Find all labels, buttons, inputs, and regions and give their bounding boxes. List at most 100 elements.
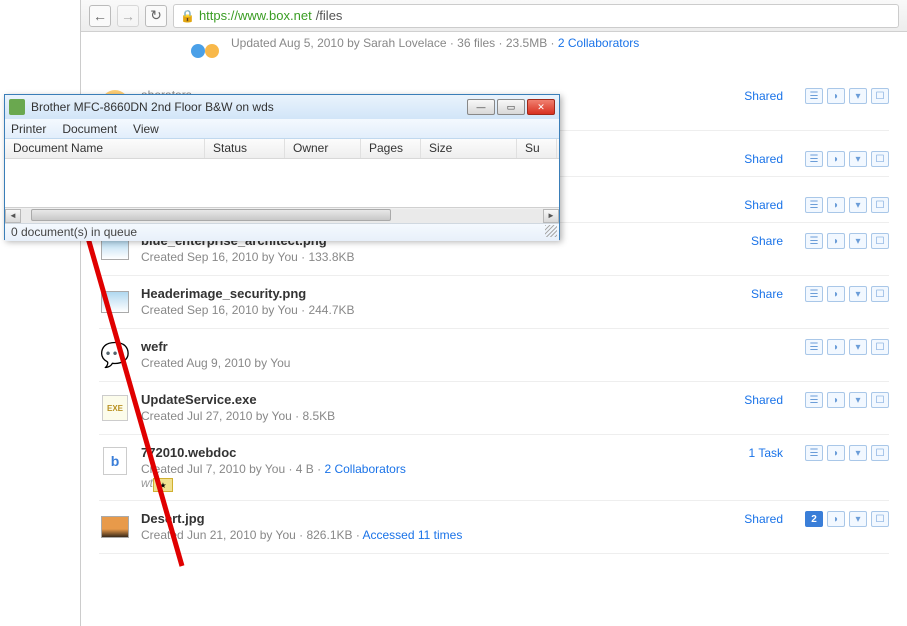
comment-count-icon[interactable]: 2	[805, 511, 823, 527]
tag-icon[interactable]: ◗	[827, 445, 845, 461]
comment-icon[interactable]: ☰	[805, 88, 823, 104]
column-header[interactable]: Document Name	[5, 139, 205, 158]
window-menubar: Printer Document View	[5, 119, 559, 139]
file-status[interactable]: Shared	[723, 89, 783, 103]
scroll-left-arrow[interactable]: ◄	[5, 209, 21, 223]
column-header[interactable]: Su	[517, 139, 557, 158]
file-status[interactable]: Shared	[723, 152, 783, 166]
reload-button[interactable]: ↻	[145, 5, 167, 27]
file-row[interactable]: Updated Aug 5, 2010 by Sarah Lovelace · …	[99, 32, 889, 78]
comment-icon[interactable]: ☰	[805, 392, 823, 408]
checkbox-icon[interactable]: ☐	[871, 445, 889, 461]
comment-icon[interactable]: ☰	[805, 151, 823, 167]
file-name[interactable]: Desert.jpg	[141, 511, 723, 526]
maximize-button[interactable]: ▭	[497, 99, 525, 115]
close-button[interactable]: ✕	[527, 99, 555, 115]
resize-grip[interactable]	[545, 225, 557, 237]
scroll-right-arrow[interactable]: ►	[543, 209, 559, 223]
lock-icon: 🔒	[180, 9, 195, 23]
comment-icon[interactable]: ☰	[805, 286, 823, 302]
tag-icon[interactable]: ◗	[827, 339, 845, 355]
file-status[interactable]: Share	[723, 234, 783, 248]
queue-body	[5, 159, 559, 207]
print-queue-window: Brother MFC-8660DN 2nd Floor B&W on wds …	[4, 94, 560, 240]
checkbox-icon[interactable]: ☐	[871, 151, 889, 167]
column-header[interactable]: Status	[205, 139, 285, 158]
file-right: 1 Task ☰◗▾☐	[723, 445, 889, 461]
column-header[interactable]: Pages	[361, 139, 421, 158]
checkbox-icon[interactable]: ☐	[871, 88, 889, 104]
file-status[interactable]: Shared	[723, 198, 783, 212]
file-name[interactable]: wefr	[141, 339, 723, 354]
checkbox-icon[interactable]: ☐	[871, 197, 889, 213]
file-right: Shared ☰◗▾☐	[723, 151, 889, 167]
file-status[interactable]: Shared	[723, 512, 783, 526]
checkbox-icon[interactable]: ☐	[871, 233, 889, 249]
column-header[interactable]: Owner	[285, 139, 361, 158]
window-titlebar[interactable]: Brother MFC-8660DN 2nd Floor B&W on wds …	[5, 95, 559, 119]
dropdown-icon[interactable]: ▾	[849, 286, 867, 302]
checkbox-icon[interactable]: ☐	[871, 392, 889, 408]
dropdown-icon[interactable]: ▾	[849, 233, 867, 249]
dropdown-icon[interactable]: ▾	[849, 511, 867, 527]
file-row[interactable]: Headerimage_security.png Created Sep 16, …	[99, 276, 889, 329]
column-headers: Document NameStatusOwnerPagesSizeSu	[5, 139, 559, 159]
comment-icon[interactable]: ☰	[805, 233, 823, 249]
dropdown-icon[interactable]: ▾	[849, 197, 867, 213]
file-name[interactable]: 772010.webdoc	[141, 445, 723, 460]
tag-icon[interactable]: ◗	[827, 392, 845, 408]
tag-icon[interactable]: ◗	[827, 511, 845, 527]
file-right: Share ☰◗▾☐	[723, 286, 889, 302]
tag-icon[interactable]: ◗	[827, 151, 845, 167]
file-row[interactable]: EXEUpdateService.exeCreated Jul 27, 2010…	[99, 382, 889, 435]
forward-button[interactable]: →	[117, 5, 139, 27]
file-row[interactable]: Desert.jpg Created Jun 21, 2010 by You · …	[99, 501, 889, 554]
comment-icon[interactable]: ☰	[805, 339, 823, 355]
menu-document[interactable]: Document	[62, 122, 117, 136]
scroll-thumb[interactable]	[31, 209, 391, 221]
file-actions: ☰◗▾☐	[805, 339, 889, 355]
file-meta: Created Jul 7, 2010 by You · 4 B · 2 Col…	[141, 462, 723, 476]
url-bar[interactable]: 🔒 https://www.box.net/files	[173, 4, 899, 28]
file-right: Shared ☰◗▾☐	[723, 88, 889, 104]
dropdown-icon[interactable]: ▾	[849, 445, 867, 461]
file-status[interactable]: Share	[723, 287, 783, 301]
column-header[interactable]: Size	[421, 139, 517, 158]
file-actions: ☰◗▾☐	[805, 151, 889, 167]
back-button[interactable]: ←	[89, 5, 111, 27]
file-status[interactable]: 1 Task	[723, 446, 783, 460]
file-details: Desert.jpg Created Jun 21, 2010 by You · …	[141, 511, 723, 542]
dropdown-icon[interactable]: ▾	[849, 339, 867, 355]
file-meta: Created Jun 21, 2010 by You · 826.1KB · …	[141, 528, 723, 542]
tag-icon[interactable]: ◗	[827, 233, 845, 249]
file-actions: ☰◗▾☐	[805, 445, 889, 461]
tag-icon[interactable]: ◗	[827, 88, 845, 104]
file-row[interactable]: 💬wefrCreated Aug 9, 2010 by You☰◗▾☐	[99, 329, 889, 382]
horizontal-scrollbar[interactable]: ◄ ►	[5, 207, 559, 223]
tag-icon[interactable]: ◗	[827, 197, 845, 213]
dropdown-icon[interactable]: ▾	[849, 392, 867, 408]
collaborators-link[interactable]: 2 Collaborators	[558, 36, 639, 50]
collaborators-link[interactable]: 2 Collaborators	[324, 462, 405, 476]
file-meta: Created Sep 16, 2010 by You · 244.7KB	[141, 303, 723, 317]
file-name[interactable]: UpdateService.exe	[141, 392, 723, 407]
file-details: UpdateService.exeCreated Jul 27, 2010 by…	[141, 392, 723, 423]
file-note: wtf	[141, 476, 723, 490]
access-link[interactable]: Accessed 11 times	[363, 528, 463, 542]
dropdown-icon[interactable]: ▾	[849, 88, 867, 104]
file-row[interactable]: b772010.webdocCreated Jul 7, 2010 by You…	[99, 435, 889, 501]
tag-icon[interactable]: ◗	[827, 286, 845, 302]
file-status[interactable]: Shared	[723, 393, 783, 407]
minimize-button[interactable]: —	[467, 99, 495, 115]
menu-view[interactable]: View	[133, 122, 159, 136]
menu-printer[interactable]: Printer	[11, 122, 46, 136]
checkbox-icon[interactable]: ☐	[871, 339, 889, 355]
comment-icon[interactable]: ☰	[805, 445, 823, 461]
file-name[interactable]: Headerimage_security.png	[141, 286, 723, 301]
checkbox-icon[interactable]: ☐	[871, 286, 889, 302]
checkbox-icon[interactable]: ☐	[871, 511, 889, 527]
status-bar: 0 document(s) in queue	[5, 223, 559, 241]
dropdown-icon[interactable]: ▾	[849, 151, 867, 167]
comment-icon[interactable]: ☰	[805, 197, 823, 213]
scroll-track[interactable]	[21, 209, 543, 223]
